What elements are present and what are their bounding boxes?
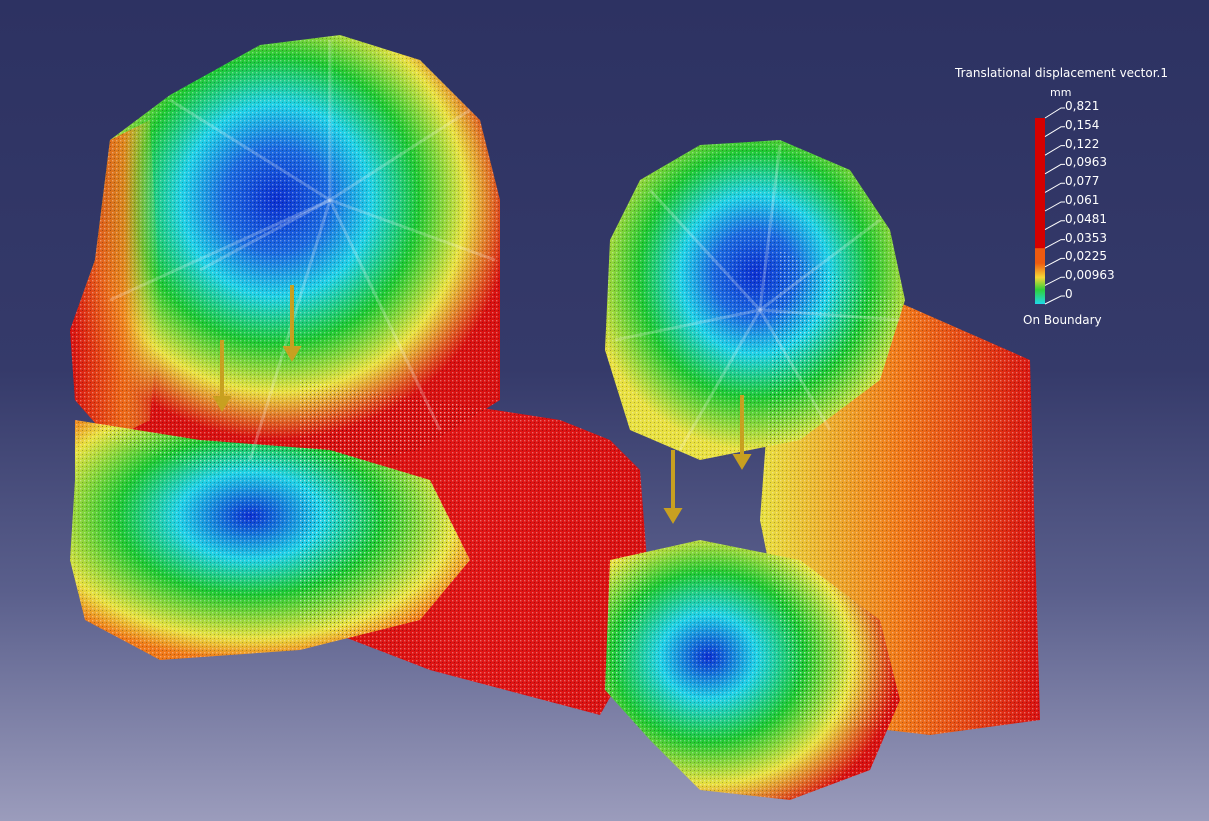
- legend-footer: On Boundary: [1023, 313, 1102, 327]
- legend-title: Translational displacement vector.1: [955, 66, 1168, 80]
- legend-tick-label: 0,061: [1065, 193, 1100, 207]
- legend-leader-line: [1044, 276, 1065, 286]
- displacement-legend: Translational displacement vector.1 mm 0…: [955, 66, 1205, 336]
- legend-tick-label: 0,077: [1065, 174, 1100, 189]
- legend-tick-label: 0,154: [1065, 117, 1100, 132]
- legend-tick-label: 0,821: [1065, 99, 1100, 113]
- legend-tick-label: 0,0225: [1065, 249, 1107, 264]
- legend-tick-label: 0,00963: [1065, 268, 1115, 283]
- legend-leader-line: [1044, 295, 1065, 305]
- legend-tick-label: 0,0353: [1065, 230, 1107, 245]
- legend-tick-label: 0,122: [1065, 136, 1100, 151]
- legend-leader-line: [1044, 239, 1065, 249]
- legend-leader-line: [1044, 107, 1065, 119]
- legend-leader-line: [1044, 220, 1065, 231]
- legend-leader-line: [1044, 182, 1065, 193]
- legend-tick-label: 0,0481: [1065, 211, 1107, 226]
- legend-leader-line: [1044, 201, 1065, 212]
- legend-leader-line: [1044, 145, 1065, 156]
- legend-unit: mm: [1050, 86, 1072, 99]
- legend-leader-line: [1044, 257, 1065, 268]
- legend-leader-line: [1044, 163, 1065, 175]
- legend-leader-line: [1044, 126, 1065, 138]
- legend-tick-label: 0: [1065, 287, 1073, 301]
- 3d-viewport[interactable]: Translational displacement vector.1 mm 0…: [0, 0, 1209, 821]
- legend-tick-label: 0,0963: [1065, 155, 1107, 170]
